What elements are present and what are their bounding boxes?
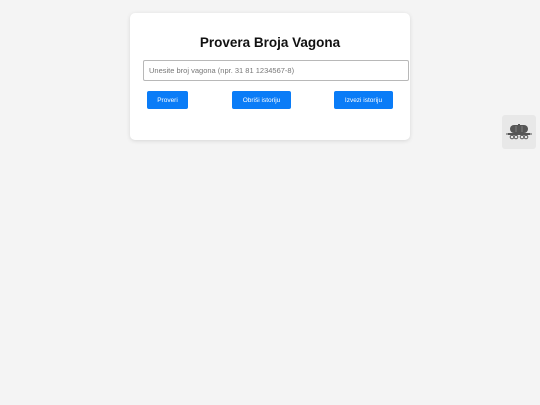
export-history-button[interactable]: Izvezi istoriju xyxy=(334,91,393,109)
page-title: Provera Broja Vagona xyxy=(199,35,341,50)
clear-history-button[interactable]: Obriši istoriju xyxy=(232,91,291,109)
side-widget[interactable] xyxy=(502,115,536,149)
tank-wagon-icon xyxy=(506,124,532,140)
wagon-check-card: Provera Broja Vagona Proveri Obriši isto… xyxy=(130,13,410,140)
wagon-number-input[interactable] xyxy=(143,60,409,81)
check-button[interactable]: Proveri xyxy=(147,91,188,109)
